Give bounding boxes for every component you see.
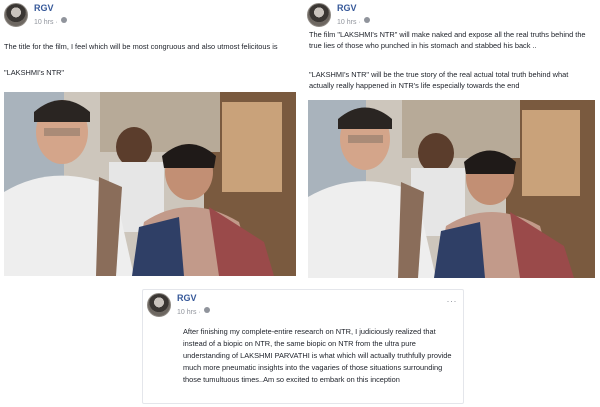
post-card: RGV 10 hrs · The film "LAKSHMI's NTR" wi… — [303, 0, 600, 282]
photo-image — [4, 92, 296, 276]
post-photo[interactable] — [308, 100, 595, 278]
post-header: RGV 10 hrs · — [147, 293, 210, 317]
avatar[interactable] — [307, 3, 331, 27]
author-name[interactable]: RGV — [177, 293, 210, 304]
globe-icon — [363, 16, 370, 23]
more-options-icon[interactable]: ··· — [447, 296, 458, 306]
post-header: RGV 10 hrs · — [4, 3, 67, 27]
author-name[interactable]: RGV — [337, 3, 370, 14]
post-card: RGV 10 hrs · The title for the film, I f… — [0, 0, 300, 282]
avatar[interactable] — [147, 293, 171, 317]
post-text: "LAKSHMI's NTR" — [4, 68, 65, 77]
post-text: The film "LAKSHMI's NTR" will make naked… — [309, 30, 586, 50]
globe-icon — [203, 306, 210, 313]
globe-icon — [60, 16, 67, 23]
author-name[interactable]: RGV — [34, 3, 67, 14]
post-card: RGV 10 hrs · ··· After finishing my comp… — [142, 289, 464, 404]
post-timestamp[interactable]: 10 hrs · — [337, 17, 361, 28]
post-text: The title for the film, I feel which wil… — [4, 42, 278, 51]
post-text: After finishing my complete-entire resea… — [183, 327, 452, 384]
post-header: RGV 10 hrs · — [307, 3, 370, 27]
post-text: "LAKSHMI's NTR" will be the true story o… — [309, 70, 569, 90]
post-timestamp[interactable]: 10 hrs · — [177, 307, 201, 318]
post-timestamp[interactable]: 10 hrs · — [34, 17, 58, 28]
avatar[interactable] — [4, 3, 28, 27]
photo-image — [308, 100, 595, 278]
post-photo[interactable] — [4, 92, 296, 276]
